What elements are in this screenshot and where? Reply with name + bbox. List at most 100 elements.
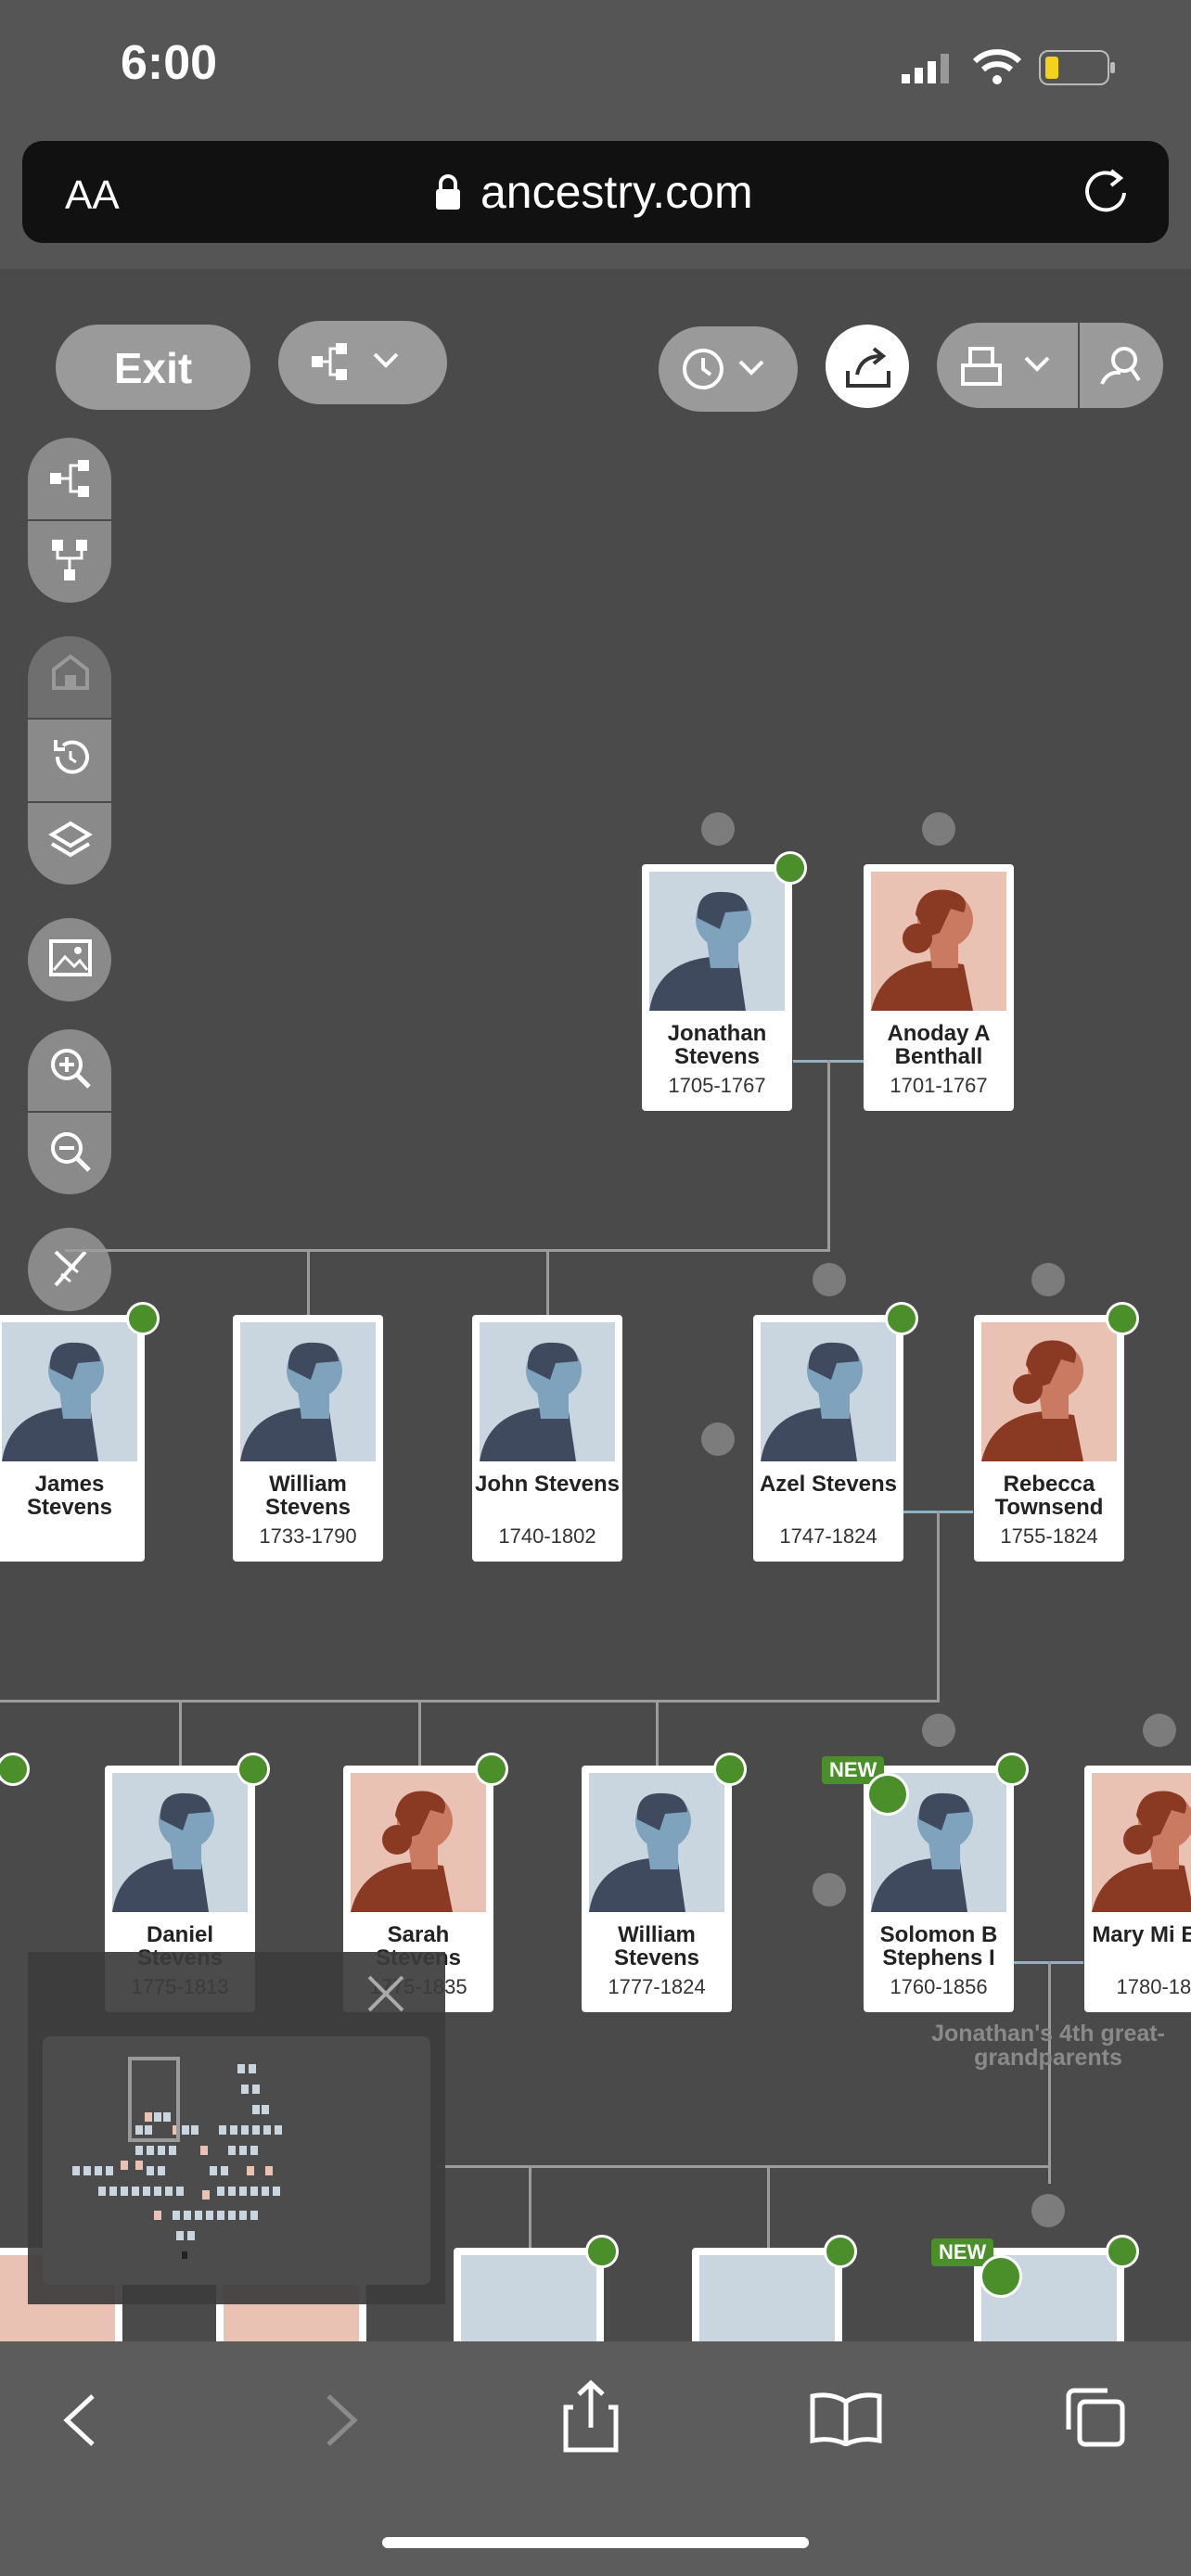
url-text[interactable]: ancestry.com [480,165,753,219]
person-years: 1760-1856 [890,1975,988,1998]
person-years: 1747-1824 [779,1524,877,1548]
male-avatar [589,1773,724,1912]
person-card-anoday[interactable]: Anoday A Benthall 1701-1767 [864,864,1014,1111]
back-icon[interactable] [58,2391,104,2455]
person-card-rebecca[interactable]: Rebecca Townsend 1755-1824 [974,1315,1124,1562]
expand-parents-chevron[interactable] [1031,1263,1065,1296]
person-name: William Stevens [264,1472,352,1520]
person-name: John Stevens [474,1472,621,1497]
person-card-partial[interactable] [692,2248,842,2341]
hint-leaf-icon[interactable] [995,1753,1029,1786]
hint-leaf-icon[interactable] [774,851,807,885]
person-name: Jonathan Stevens [667,1021,767,1069]
print-icon [959,345,1061,394]
pedigree-view-icon [48,456,93,505]
person-card-partial[interactable] [454,2248,604,2341]
close-minimap-icon[interactable] [364,1971,408,2021]
person-card-james[interactable]: James Stevens [0,1315,145,1562]
sibling-line [0,1700,940,1702]
records-list-icon[interactable] [866,1773,909,1816]
zoom-out-icon [48,1129,93,1179]
expand-sibling-chevron[interactable] [813,1873,846,1906]
person-years: 1755-1824 [1000,1524,1098,1548]
male-avatar [480,1322,615,1461]
person-card-azel[interactable]: Azel Stevens 1747-1824 [753,1315,903,1562]
clock-icon [681,347,783,398]
signal-icon [902,54,954,88]
person-years: 1701-1767 [890,1074,988,1097]
lock-icon [434,174,462,216]
hint-leaf-icon[interactable] [1106,1302,1139,1335]
person-name: Mary Mi Britt [1092,1922,1191,1947]
tree-view-icon [310,341,412,389]
hint-leaf-icon[interactable] [1106,2235,1139,2268]
home-icon [50,651,91,696]
person-name: James Stevens [26,1472,113,1520]
hint-leaf-icon[interactable] [475,1753,508,1786]
person-years: 1777-1824 [608,1975,706,1998]
hint-leaf-icon[interactable] [824,2235,857,2268]
person-years: 1780-185 [1116,1975,1191,1998]
minimap-viewport[interactable] [43,2036,430,2285]
records-list-icon[interactable] [980,2255,1022,2298]
expand-sibling-chevron[interactable] [701,1422,735,1456]
wifi-icon [972,48,1022,90]
male-avatar [649,872,785,1011]
share-sheet-icon[interactable] [560,2379,621,2458]
person-name: Rebecca Townsend [994,1472,1104,1520]
person-name: William Stevens [613,1922,700,1970]
hint-leaf-icon[interactable] [0,1753,30,1786]
collapse-children-chevron[interactable] [1031,2194,1065,2227]
battery-icon [1039,50,1117,90]
hint-leaf-icon[interactable] [713,1753,747,1786]
hint-leaf-icon[interactable] [585,2235,619,2268]
relationship-caption: Jonathan's 4th great-grandparents [931,2021,1165,2071]
reset-icon [50,736,91,782]
expand-parents-chevron[interactable] [1143,1714,1176,1747]
collapse-children-chevron[interactable] [813,1263,846,1296]
female-avatar [1092,1773,1191,1912]
male-avatar [761,1322,896,1461]
person-card-jonathan[interactable]: Jonathan Stevens 1705-1767 [642,864,792,1111]
reload-icon[interactable] [1083,165,1132,222]
expand-parents-chevron[interactable] [922,812,955,846]
person-name: Solomon B Stephens I [879,1922,998,1970]
zoom-in-icon [48,1046,93,1095]
status-time: 6:00 [121,36,218,90]
expand-parents-chevron[interactable] [701,812,735,846]
male-avatar [461,2255,596,2341]
person-years: 1705-1767 [668,1074,766,1097]
descendant-view-icon [48,538,93,587]
male-avatar [2,1322,137,1461]
hint-leaf-icon[interactable] [237,1753,270,1786]
sibling-line [65,1249,830,1252]
hint-leaf-icon[interactable] [126,1302,160,1335]
hint-leaf-icon[interactable] [885,1302,918,1335]
person-years: 1740-1802 [498,1524,596,1548]
person-card-william-1777[interactable]: William Stevens 1777-1824 [582,1766,732,2012]
dna-icon [48,1246,93,1295]
person-card-mary[interactable]: Mary Mi Britt 1780-185 [1084,1766,1191,2012]
male-avatar [112,1773,248,1912]
descent-line [827,1060,830,1251]
descent-line [937,1511,940,1702]
text-size-button[interactable]: AA [65,172,120,219]
bookmarks-icon[interactable] [809,2391,883,2451]
image-icon [48,938,93,984]
descent-line [1048,1961,1051,2184]
exit-button-label: Exit [113,344,193,392]
female-avatar [871,872,1006,1011]
person-name: Azel Stevens [759,1472,898,1497]
female-avatar [981,1322,1117,1461]
home-indicator [382,2537,809,2548]
person-years: 1733-1790 [259,1524,357,1548]
person-card-john[interactable]: John Stevens 1740-1802 [472,1315,622,1562]
person-search-icon [1098,343,1143,392]
person-card-william-1733[interactable]: William Stevens 1733-1790 [233,1315,383,1562]
collapse-children-chevron[interactable] [922,1714,955,1747]
tabs-icon[interactable] [1063,2385,1128,2455]
forward-icon[interactable] [317,2391,364,2455]
female-avatar [351,1773,486,1912]
layers-icon [48,820,93,865]
male-avatar [240,1322,376,1461]
